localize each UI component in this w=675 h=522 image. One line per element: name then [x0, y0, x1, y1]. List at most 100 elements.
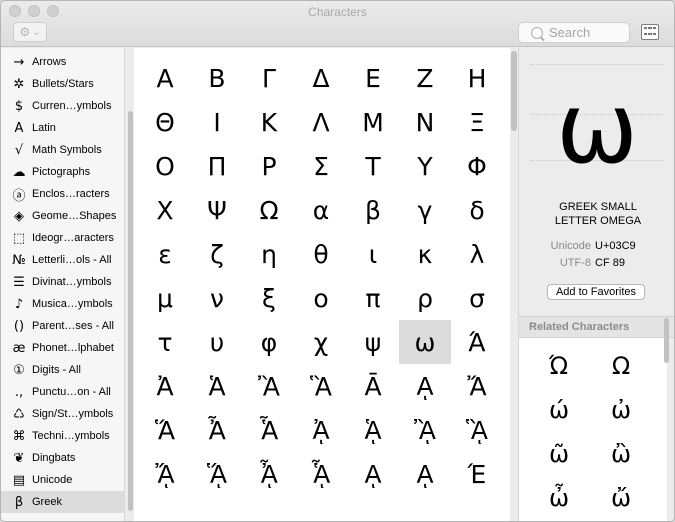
character-cell[interactable]: Ι [191, 100, 243, 144]
related-character-cell[interactable]: ώ [529, 388, 589, 432]
character-cell[interactable]: ᾍ [191, 452, 243, 496]
character-cell[interactable]: ᾼ [399, 452, 451, 496]
related-character-cell[interactable]: ὦ [529, 476, 589, 520]
sidebar-scrollbar[interactable] [128, 111, 133, 511]
character-cell[interactable]: ρ [399, 276, 451, 320]
character-cell[interactable]: λ [451, 232, 503, 276]
character-cell[interactable]: Ἁ [191, 364, 243, 408]
character-cell[interactable]: Ζ [399, 56, 451, 100]
character-cell[interactable]: Ά [451, 320, 503, 364]
sidebar-item-15[interactable]: ., Punctu…on - All [1, 381, 125, 403]
character-cell[interactable]: ᾼ [399, 364, 451, 408]
character-cell[interactable]: Ο [139, 144, 191, 188]
related-character-cell[interactable]: Ω [591, 344, 651, 388]
character-cell[interactable]: Χ [139, 188, 191, 232]
sidebar-item-5[interactable]: ☁ Pictographs [1, 161, 125, 183]
character-cell[interactable]: Μ [347, 100, 399, 144]
character-cell[interactable]: Δ [295, 56, 347, 100]
sidebar-item-12[interactable]: () Parent…ses - All [1, 315, 125, 337]
character-cell[interactable]: ι [347, 232, 399, 276]
character-cell[interactable]: ᾼ [347, 452, 399, 496]
character-cell[interactable]: ω [399, 320, 451, 364]
character-cell[interactable]: ᾌ [139, 452, 191, 496]
character-cell[interactable]: δ [451, 188, 503, 232]
sidebar-item-20[interactable]: β Greek [1, 491, 125, 513]
character-cell[interactable]: Ᾱ [347, 364, 399, 408]
character-cell[interactable]: Ν [399, 100, 451, 144]
sidebar-item-1[interactable]: ✲ Bullets/Stars [1, 73, 125, 95]
character-cell[interactable]: β [347, 188, 399, 232]
character-cell[interactable]: τ [139, 320, 191, 364]
character-cell[interactable]: ᾎ [243, 452, 295, 496]
character-cell[interactable]: Α [139, 56, 191, 100]
character-cell[interactable]: Ω [243, 188, 295, 232]
sidebar-item-17[interactable]: ⌘ Techni…ymbols [1, 425, 125, 447]
sidebar-item-9[interactable]: № Letterli…ols - All [1, 249, 125, 271]
sidebar-item-8[interactable]: ⬚ Ideogr…aracters [1, 227, 125, 249]
sidebar-item-13[interactable]: æ Phonet…lphabet [1, 337, 125, 359]
character-cell[interactable]: Ψ [191, 188, 243, 232]
character-cell[interactable]: Ἆ [191, 408, 243, 452]
related-character-cell[interactable]: ὢ [591, 432, 651, 476]
character-cell[interactable]: ᾏ [295, 452, 347, 496]
character-cell[interactable]: υ [191, 320, 243, 364]
character-cell[interactable]: Ρ [243, 144, 295, 188]
related-character-cell[interactable]: Ώ [529, 344, 589, 388]
sidebar-item-16[interactable]: ♺ Sign/St…ymbols [1, 403, 125, 425]
sidebar-item-3[interactable]: A Latin [1, 117, 125, 139]
character-cell[interactable]: ᾉ [347, 408, 399, 452]
sidebar-item-10[interactable]: ☰ Divinat…ymbols [1, 271, 125, 293]
character-cell[interactable]: Ἃ [295, 364, 347, 408]
character-cell[interactable]: ᾈ [295, 408, 347, 452]
gear-menu-button[interactable]: ⚙ ⌄ [13, 22, 47, 42]
character-cell[interactable]: Κ [243, 100, 295, 144]
character-cell[interactable]: θ [295, 232, 347, 276]
character-cell[interactable]: μ [139, 276, 191, 320]
character-cell[interactable]: Ἅ [139, 408, 191, 452]
character-cell[interactable]: Ξ [451, 100, 503, 144]
character-cell[interactable]: Ἂ [243, 364, 295, 408]
add-to-favorites-button[interactable]: Add to Favorites [547, 284, 645, 300]
character-cell[interactable]: σ [451, 276, 503, 320]
character-cell[interactable]: Τ [347, 144, 399, 188]
sidebar-item-6[interactable]: ⓐ Enclos…racters [1, 183, 125, 205]
character-cell[interactable]: ζ [191, 232, 243, 276]
sidebar-item-18[interactable]: ❦ Dingbats [1, 447, 125, 469]
character-cell[interactable]: ε [139, 232, 191, 276]
keyboard-viewer-button[interactable] [641, 24, 659, 40]
character-cell[interactable]: ξ [243, 276, 295, 320]
related-character-cell[interactable]: ῶ [529, 432, 589, 476]
character-cell[interactable]: ᾋ [451, 408, 503, 452]
character-cell[interactable]: η [243, 232, 295, 276]
character-cell[interactable]: κ [399, 232, 451, 276]
sidebar-item-2[interactable]: $ Curren…ymbols [1, 95, 125, 117]
sidebar-item-7[interactable]: ◈ Geome…Shapes [1, 205, 125, 227]
character-cell[interactable]: α [295, 188, 347, 232]
character-cell[interactable]: Ἄ [451, 364, 503, 408]
sidebar-item-4[interactable]: √ Math Symbols [1, 139, 125, 161]
character-cell[interactable]: Έ [451, 452, 503, 496]
search-field[interactable] [518, 22, 630, 43]
character-cell[interactable]: Φ [451, 144, 503, 188]
sidebar-item-0[interactable]: → Arrows [1, 51, 125, 73]
character-cell[interactable]: φ [243, 320, 295, 364]
grid-scrollbar[interactable] [511, 51, 517, 131]
character-cell[interactable]: Υ [399, 144, 451, 188]
character-cell[interactable]: Π [191, 144, 243, 188]
sidebar-item-14[interactable]: ① Digits - All [1, 359, 125, 381]
character-cell[interactable]: Ἇ [243, 408, 295, 452]
character-cell[interactable]: Ε [347, 56, 399, 100]
search-input[interactable] [549, 25, 629, 40]
related-scrollbar[interactable] [664, 318, 669, 363]
character-cell[interactable]: Η [451, 56, 503, 100]
character-cell[interactable]: ᾊ [399, 408, 451, 452]
character-cell[interactable]: χ [295, 320, 347, 364]
character-cell[interactable]: Β [191, 56, 243, 100]
character-cell[interactable]: Γ [243, 56, 295, 100]
character-cell[interactable]: Θ [139, 100, 191, 144]
sidebar-item-19[interactable]: ▤ Unicode [1, 469, 125, 491]
related-character-cell[interactable]: ὤ [591, 476, 651, 520]
character-cell[interactable]: ψ [347, 320, 399, 364]
related-character-cell[interactable]: ὠ [591, 388, 651, 432]
character-cell[interactable]: ο [295, 276, 347, 320]
